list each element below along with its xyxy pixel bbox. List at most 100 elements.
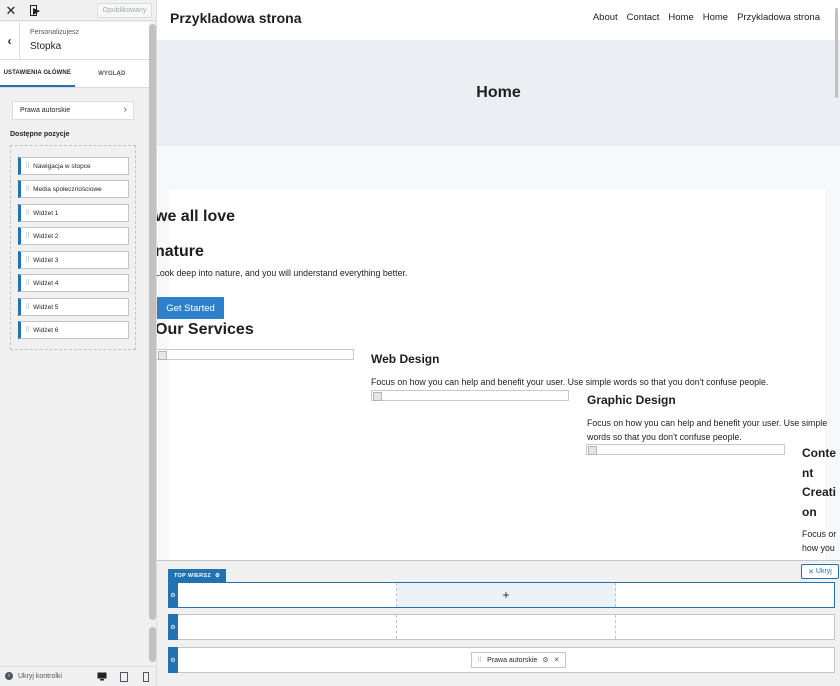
preview-scrollbar-thumb[interactable]: [835, 8, 838, 98]
available-items-label: Dostępne pozycje: [10, 131, 70, 138]
service-title-graphic-design: Graphic Design: [587, 393, 676, 407]
nav-link-contact[interactable]: Contact: [627, 12, 660, 23]
service-image: [371, 390, 569, 401]
hero-heading-line1: we all love: [157, 208, 236, 225]
available-item-label: Widżet 2: [33, 232, 59, 240]
collapse-icon: ‹: [5, 672, 13, 680]
hero-heading-line2: nature: [157, 243, 204, 260]
mobile-icon[interactable]: [140, 671, 151, 682]
customizer-topbar: ✕ Opublikowany: [0, 0, 156, 21]
add-item-icon[interactable]: +: [502, 588, 509, 602]
copyright-chip-label: Prawa autorskie: [487, 656, 538, 664]
available-item-label: Widżet 4: [33, 279, 59, 287]
available-item[interactable]: ⠿ Widżet 3: [18, 251, 129, 269]
page-title: Home: [476, 84, 521, 101]
section-header: ‹ Personalizujesz Stopka: [0, 22, 149, 60]
available-item-label: Media społecznościowe: [33, 185, 102, 193]
copyright-chip[interactable]: ⠿ Prawa autorskie ⚙ ✕: [471, 652, 566, 668]
hide-controls-label: Ukryj kontrolki: [18, 672, 62, 680]
available-item[interactable]: ⠿ Widżet 2: [18, 227, 129, 245]
hide-controls-button[interactable]: ‹ Ukryj kontrolki: [5, 672, 62, 680]
drag-handle-icon: ⠿: [25, 210, 31, 217]
hide-builder-label: Ukryj: [815, 568, 832, 575]
customizer-sidebar: ✕ Opublikowany ‹ Personalizujesz Stopka …: [0, 0, 157, 686]
copyright-button-label: Prawa autorskie: [20, 107, 71, 114]
row-column[interactable]: [616, 615, 834, 639]
nav-link-site[interactable]: Przykladowa strona: [737, 12, 820, 23]
preview-scrollbar[interactable]: [833, 0, 840, 560]
drag-handle-icon: ⠿: [25, 257, 31, 264]
service-title-web-design: Web Design: [371, 352, 440, 366]
drag-handle-icon: ⠿: [25, 163, 31, 170]
nav-link-about[interactable]: About: [593, 12, 618, 23]
drag-handle-icon: ⠿: [25, 186, 31, 193]
top-row-label-text: TOP WIERSZ: [174, 572, 212, 579]
service-text-graphic-design-line1: Focus on how you can help and benefit yo…: [587, 418, 828, 428]
footer-row-main: ⚙: [168, 614, 835, 640]
page-title-banner: Home: [157, 40, 840, 146]
section-subtitle: Personalizujesz: [30, 29, 80, 36]
hide-builder-button[interactable]: ✕ Ukryj: [801, 564, 839, 579]
close-icon: ✕: [808, 568, 816, 576]
footer-row-top: ⚙ +: [168, 582, 835, 608]
footer-builder: TOP WIERSZ ⚙ ✕ Ukryj ⚙ + ⚙ ⚙ ⠿ Prawa aut: [157, 560, 840, 686]
row-column[interactable]: [178, 615, 397, 639]
publish-button[interactable]: Opublikowany: [97, 3, 152, 18]
hero-text: Look deep into nature, and you will unde…: [157, 268, 408, 278]
drag-handle-icon: ⠿: [25, 280, 31, 287]
available-item-label: Widżet 5: [33, 303, 59, 311]
drag-handle-icon: ⠿: [477, 657, 483, 664]
available-items-list: ⠿ Nawigacja w stopce ⠿ Media społecznościo…: [10, 145, 136, 350]
row-column[interactable]: [616, 583, 834, 607]
services-heading: Our Services: [157, 321, 254, 338]
get-started-button[interactable]: Get Started: [157, 297, 224, 319]
available-item-label: Widżet 1: [33, 209, 59, 217]
copyright-button[interactable]: Prawa autorskie ›: [12, 101, 134, 120]
site-navigation: About Contact Home Home Przykladowa stro…: [593, 12, 820, 23]
available-item-label: Nawigacja w stopce: [33, 162, 91, 170]
theme-switch-icon[interactable]: [24, 0, 46, 21]
nav-link-home-2[interactable]: Home: [703, 12, 728, 23]
row-column[interactable]: [397, 615, 616, 639]
available-item[interactable]: ⠿ Widżet 1: [18, 204, 129, 222]
tab-bar: USTAWIENIA GŁÓWNE WYGLĄD: [0, 60, 149, 88]
site-header: Przykladowa strona About Contact Home Ho…: [157, 0, 840, 40]
close-icon[interactable]: ✕: [0, 0, 22, 21]
customizer-footer: ‹ Ukryj kontrolki: [0, 666, 156, 686]
available-item-label: Widżet 6: [33, 326, 59, 334]
row-settings-icon[interactable]: ⚙: [168, 614, 178, 640]
gear-icon[interactable]: ⚙: [215, 573, 220, 579]
service-text-graphic-design-line2: words so that you don't confuse people.: [587, 432, 742, 442]
chevron-left-icon[interactable]: ‹: [0, 22, 20, 60]
row-settings-icon[interactable]: ⚙: [168, 582, 178, 608]
available-item[interactable]: ⠿ Media społecznościowe: [18, 180, 129, 198]
tab-general[interactable]: USTAWIENIA GŁÓWNE: [0, 60, 75, 87]
drag-handle-icon: ⠿: [25, 233, 31, 240]
service-image: [586, 444, 785, 455]
available-item[interactable]: ⠿ Widżet 6: [18, 321, 129, 339]
footer-row-bottom: ⚙ ⠿ Prawa autorskie ⚙ ✕: [168, 647, 835, 673]
tab-design[interactable]: WYGLĄD: [75, 60, 150, 87]
available-item[interactable]: ⠿ Nawigacja w stopce: [18, 157, 129, 175]
desktop-icon[interactable]: [96, 671, 107, 682]
close-icon[interactable]: ✕: [554, 656, 560, 664]
available-item[interactable]: ⠿ Widżet 5: [18, 298, 129, 316]
drag-handle-icon: ⠿: [25, 304, 31, 311]
row-settings-icon[interactable]: ⚙: [168, 647, 178, 673]
sidebar-scrollbar-thumb[interactable]: [149, 24, 156, 620]
row-column[interactable]: +: [397, 583, 616, 607]
tablet-icon[interactable]: [118, 671, 129, 682]
drag-handle-icon: ⠿: [25, 327, 31, 334]
site-preview: Przykladowa strona About Contact Home Ho…: [157, 0, 840, 686]
service-image: [157, 349, 354, 360]
site-title[interactable]: Przykladowa strona: [170, 10, 302, 26]
service-text-web-design: Focus on how you can help and benefit yo…: [371, 377, 769, 387]
chevron-right-icon: ›: [123, 104, 127, 115]
available-item-label: Widżet 3: [33, 256, 59, 264]
gear-icon[interactable]: ⚙: [542, 656, 548, 664]
top-row-label[interactable]: TOP WIERSZ ⚙: [168, 569, 227, 582]
sidebar-scrollbar-thumb-lower[interactable]: [149, 627, 156, 662]
row-column[interactable]: [178, 583, 397, 607]
available-item[interactable]: ⠿ Widżet 4: [18, 274, 129, 292]
nav-link-home[interactable]: Home: [668, 12, 693, 23]
